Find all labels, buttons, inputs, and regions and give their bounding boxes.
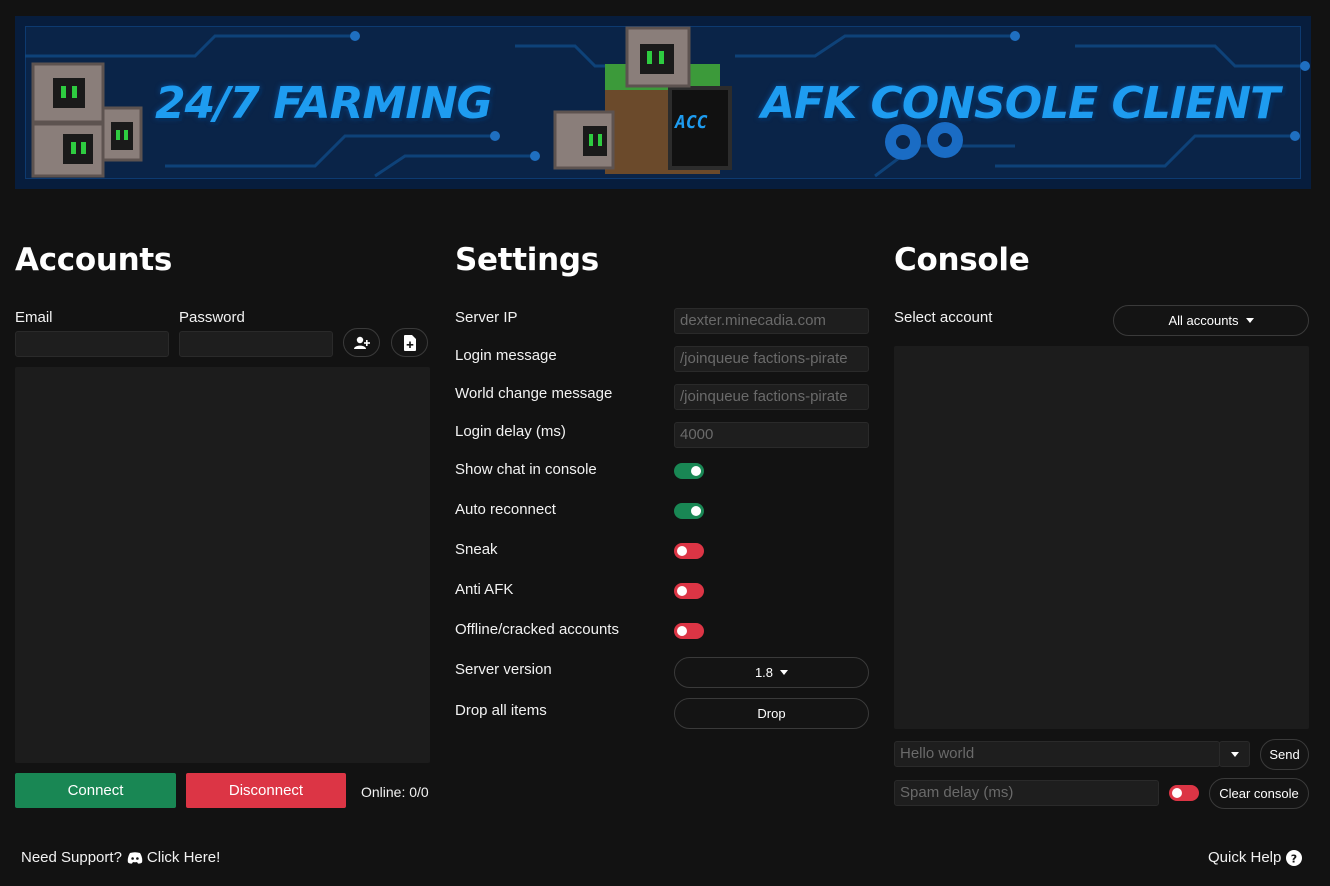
email-input[interactable] xyxy=(15,331,169,357)
world-change-label: World change message xyxy=(455,385,613,402)
login-message-label: Login message xyxy=(455,347,557,364)
password-label: Password xyxy=(179,309,245,326)
offline-accounts-label: Offline/cracked accounts xyxy=(455,621,619,638)
banner-left-text: 24/7 FARMING xyxy=(155,78,493,129)
message-input[interactable]: Hello world xyxy=(894,741,1220,767)
email-label: Email xyxy=(15,309,53,326)
drop-button[interactable]: Drop xyxy=(674,698,869,729)
sneak-label: Sneak xyxy=(455,541,498,558)
select-account-label: Select account xyxy=(894,309,993,326)
server-version-label: Server version xyxy=(455,661,552,678)
anti-afk-toggle[interactable] xyxy=(674,583,704,599)
login-delay-label: Login delay (ms) xyxy=(455,423,566,440)
server-version-value: 1.8 xyxy=(754,665,774,680)
anti-afk-label: Anti AFK xyxy=(455,581,514,598)
spam-toggle[interactable] xyxy=(1169,785,1199,801)
svg-text:?: ? xyxy=(1291,852,1297,865)
support-prefix: Need Support? xyxy=(21,849,122,866)
drop-items-label: Drop all items xyxy=(455,702,547,719)
question-circle-icon: ? xyxy=(1286,849,1303,866)
sneak-toggle[interactable] xyxy=(674,543,704,559)
select-account-dropdown[interactable]: All accounts xyxy=(1113,305,1309,336)
import-file-button[interactable] xyxy=(391,328,428,357)
file-plus-icon xyxy=(403,334,416,351)
robot-cluster-icon xyxy=(31,62,143,178)
banner-logo-text: ACC xyxy=(675,112,708,133)
grass-block-logo xyxy=(553,26,732,174)
clear-console-button[interactable]: Clear console xyxy=(1209,778,1309,809)
support-link[interactable]: Need Support? Click Here! xyxy=(21,849,220,866)
connect-button[interactable]: Connect xyxy=(15,773,176,808)
chevron-down-icon xyxy=(780,670,789,675)
quick-help-link[interactable]: Quick Help ? xyxy=(1208,849,1303,866)
send-button[interactable]: Send xyxy=(1260,739,1309,770)
password-input[interactable] xyxy=(179,331,333,357)
online-count: Online: 0/0 xyxy=(361,784,429,800)
login-delay-input[interactable]: 4000 xyxy=(674,422,869,448)
show-chat-label: Show chat in console xyxy=(455,461,597,478)
offline-accounts-toggle[interactable] xyxy=(674,623,704,639)
add-account-button[interactable] xyxy=(343,328,380,357)
accounts-title: Accounts xyxy=(15,242,173,278)
select-account-value: All accounts xyxy=(1168,313,1239,328)
console-title: Console xyxy=(894,242,1030,278)
server-ip-input[interactable]: dexter.minecadia.com xyxy=(674,308,869,334)
world-change-input[interactable]: /joinqueue factions-pirate xyxy=(674,384,869,410)
auto-reconnect-toggle[interactable] xyxy=(674,503,704,519)
disconnect-button[interactable]: Disconnect xyxy=(186,773,346,808)
settings-title: Settings xyxy=(455,242,599,278)
banner-right-text: AFK CONSOLE CLIENT xyxy=(761,78,1280,129)
server-ip-label: Server IP xyxy=(455,309,518,326)
support-link-text: Click Here! xyxy=(146,849,221,866)
accounts-list[interactable] xyxy=(15,367,430,763)
chevron-down-icon xyxy=(1230,751,1239,757)
console-output[interactable] xyxy=(894,346,1309,729)
message-history-dropdown[interactable] xyxy=(1219,741,1250,767)
spam-delay-input[interactable]: Spam delay (ms) xyxy=(894,780,1159,806)
header-banner: 24/7 FARMING ACC AFK CONSOLE CLIENT xyxy=(15,16,1311,189)
quick-help-text: Quick Help xyxy=(1208,849,1282,866)
chevron-down-icon xyxy=(1245,318,1254,323)
login-message-input[interactable]: /joinqueue factions-pirate xyxy=(674,346,869,372)
auto-reconnect-label: Auto reconnect xyxy=(455,501,556,518)
show-chat-toggle[interactable] xyxy=(674,463,704,479)
server-version-dropdown[interactable]: 1.8 xyxy=(674,657,869,688)
discord-icon xyxy=(127,851,143,864)
user-plus-icon xyxy=(353,336,370,349)
